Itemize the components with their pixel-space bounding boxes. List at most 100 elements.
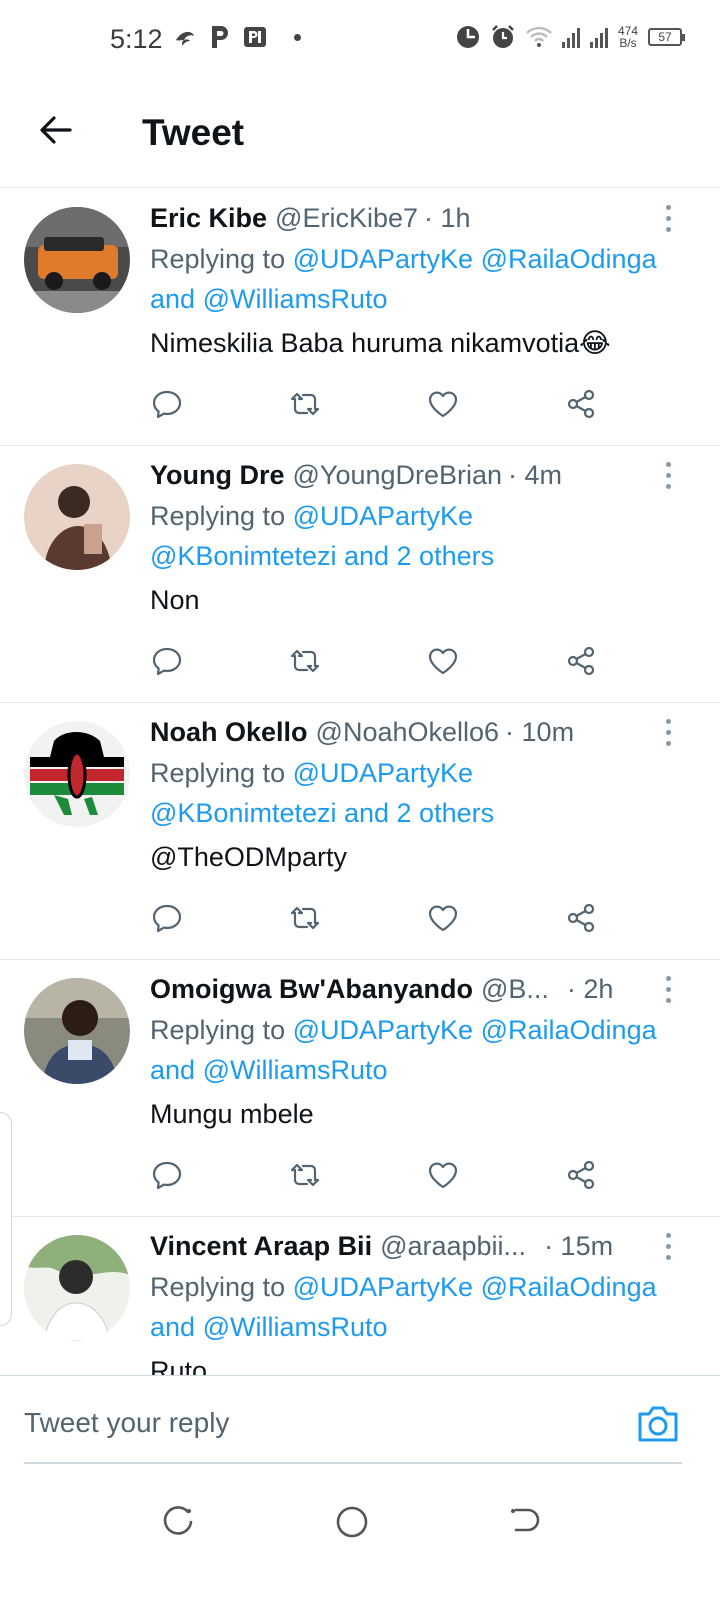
tweet-content: Young Dre @YoungDreBrian · 4m Replying t… [150, 458, 690, 620]
share-icon[interactable] [564, 901, 598, 935]
back-nav-icon[interactable] [506, 1504, 542, 1540]
retweet-icon[interactable] [288, 644, 322, 678]
replying-to-label: Replying to [150, 244, 286, 274]
share-icon[interactable] [564, 387, 598, 421]
net-speed-unit: B/s [619, 36, 637, 50]
camera-icon[interactable] [636, 1404, 680, 1444]
tweet-reply[interactable]: Omoigwa Bw'Abanyando @B... · 2h Replying… [0, 960, 720, 1217]
status-icons-left [172, 24, 301, 50]
net-speed: 474 B/s [618, 25, 638, 49]
mention-link[interactable]: @UDAPartyKe [293, 758, 473, 788]
tweet-header: Eric Kibe @EricKibe7 · 1h [150, 201, 690, 235]
status-bar: 5:12 474 B/s 57 [0, 0, 720, 80]
replying-to-label: Replying to [150, 758, 286, 788]
wifi-icon [526, 26, 552, 47]
tweet-reply[interactable]: Noah Okello @NoahOkello6 · 10m Replying … [0, 703, 720, 960]
like-icon[interactable] [426, 1158, 460, 1192]
share-icon[interactable] [564, 644, 598, 678]
avatar[interactable] [24, 464, 130, 570]
tweet-header: Noah Okello @NoahOkello6 · 10m [150, 715, 690, 749]
status-icons-right: 474 B/s 57 [456, 24, 685, 50]
replying-to: Replying to @UDAPartyKe @RailaOdinga and… [150, 1010, 690, 1090]
retweet-icon[interactable] [288, 901, 322, 935]
mention-link[interactable]: @UDAPartyKe [293, 1015, 473, 1045]
edge-panel-handle[interactable] [0, 1112, 12, 1326]
moon-icon [456, 26, 479, 48]
more-options-icon[interactable] [664, 719, 672, 749]
replying-to: Replying to @UDAPartyKe @RailaOdinga and… [150, 1267, 690, 1347]
more-options-icon[interactable] [664, 976, 672, 1006]
status-time: 5:12 [110, 24, 163, 54]
reply-feed[interactable]: Eric Kibe @EricKibe7 · 1h Replying to @U… [0, 189, 720, 1375]
user-name[interactable]: Omoigwa Bw'Abanyando [150, 972, 473, 1006]
avatar[interactable] [24, 978, 130, 1084]
mention-link[interactable]: @UDAPartyKe [293, 244, 473, 274]
mention-link[interactable]: @RailaOdinga [481, 1015, 657, 1045]
pl-icon [244, 27, 266, 47]
battery-level: 57 [658, 30, 672, 44]
user-name[interactable]: Vincent Araap Bii [150, 1229, 372, 1263]
mention-and[interactable]: and [150, 1312, 195, 1342]
reply-icon[interactable] [150, 1158, 184, 1192]
mention-link[interactable]: @UDAPartyKe [293, 501, 473, 531]
tweet-text-mention[interactable]: @TheODMparty [150, 837, 690, 877]
replying-to: Replying to @UDAPartyKe @KBonimtetezi an… [150, 753, 690, 833]
user-handle[interactable]: @YoungDreBrian [293, 458, 503, 492]
tweet-reply[interactable]: Young Dre @YoungDreBrian · 4m Replying t… [0, 446, 720, 703]
replying-to-label: Replying to [150, 1272, 286, 1302]
mention-link[interactable]: @UDAPartyKe [293, 1272, 473, 1302]
reply-icon[interactable] [150, 387, 184, 421]
mention-and[interactable]: and [150, 284, 195, 314]
recents-icon[interactable] [162, 1504, 198, 1540]
replying-to: Replying to @UDAPartyKe @KBonimtetezi an… [150, 496, 690, 576]
avatar[interactable] [24, 1235, 130, 1341]
tweet-header: Young Dre @YoungDreBrian · 4m [150, 458, 690, 492]
tweet-reply[interactable]: Vincent Araap Bii @araapbii... · 15m Rep… [0, 1217, 720, 1375]
top-app-bar: Tweet [0, 80, 720, 188]
user-handle[interactable]: @NoahOkello6 [316, 715, 500, 749]
mention-link[interactable]: @WilliamsRuto [203, 1312, 388, 1342]
home-icon[interactable] [334, 1504, 370, 1540]
retweet-icon[interactable] [288, 1158, 322, 1192]
page-title: Tweet [142, 112, 245, 153]
arrow-left-icon[interactable] [36, 110, 76, 150]
share-icon[interactable] [564, 1158, 598, 1192]
mention-link[interactable]: @KBonimtetezi and 2 others [150, 541, 494, 571]
mention-and[interactable]: and [150, 1055, 195, 1085]
tweet-time: · 10m [505, 717, 575, 747]
user-handle[interactable]: @EricKibe7 [275, 201, 418, 235]
tweet-reply[interactable]: Eric Kibe @EricKibe7 · 1h Replying to @U… [0, 189, 720, 446]
like-icon[interactable] [426, 901, 460, 935]
mention-link[interactable]: @WilliamsRuto [203, 284, 388, 314]
retweet-icon[interactable] [288, 387, 322, 421]
avatar[interactable] [24, 207, 130, 313]
like-icon[interactable] [426, 644, 460, 678]
mention-link[interactable]: @RailaOdinga [481, 1272, 657, 1302]
tweet-actions [150, 1158, 620, 1192]
user-name[interactable]: Noah Okello [150, 715, 308, 749]
user-name[interactable]: Young Dre [150, 458, 285, 492]
tweet-content: Omoigwa Bw'Abanyando @B... · 2h Replying… [150, 972, 690, 1134]
tweet-actions [150, 644, 620, 678]
reply-input[interactable] [24, 1398, 604, 1448]
more-options-icon[interactable] [664, 1233, 672, 1263]
more-options-icon[interactable] [664, 462, 672, 492]
tweet-actions [150, 901, 620, 935]
like-icon[interactable] [426, 387, 460, 421]
reply-icon[interactable] [150, 644, 184, 678]
more-options-icon[interactable] [664, 205, 672, 235]
reply-underline [24, 1462, 682, 1464]
replying-to-label: Replying to [150, 1015, 286, 1045]
user-handle[interactable]: @B... [481, 972, 549, 1006]
mention-link[interactable]: @KBonimtetezi and 2 others [150, 798, 494, 828]
reply-icon[interactable] [150, 901, 184, 935]
mention-link[interactable]: @RailaOdinga [481, 244, 657, 274]
tweet-content: Eric Kibe @EricKibe7 · 1h Replying to @U… [150, 201, 690, 363]
tweet-time: · 4m [508, 460, 563, 490]
signal-icon [589, 26, 608, 48]
reply-composer [0, 1375, 720, 1470]
mention-link[interactable]: @WilliamsRuto [203, 1055, 388, 1085]
avatar[interactable] [24, 721, 130, 827]
user-name[interactable]: Eric Kibe [150, 201, 267, 235]
user-handle[interactable]: @araapbii... [380, 1229, 526, 1263]
